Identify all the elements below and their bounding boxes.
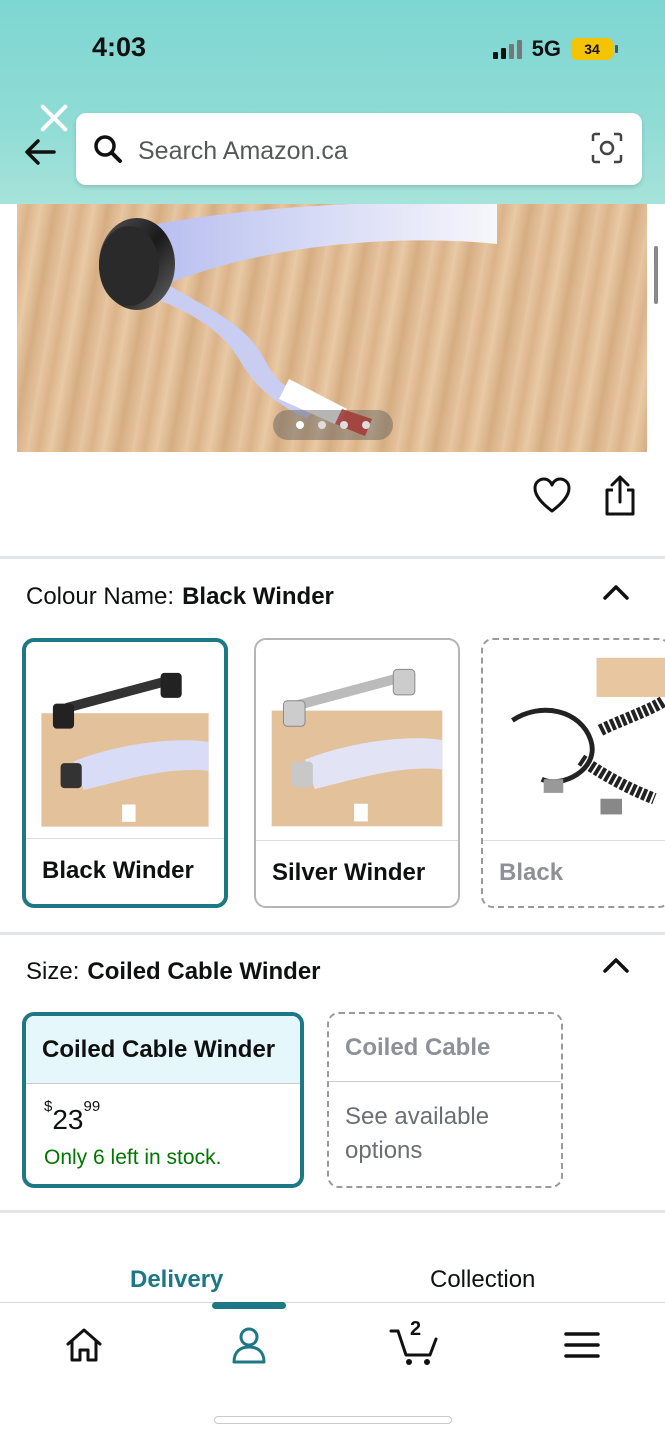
- price: $2399: [44, 1098, 100, 1136]
- signal-icon: [492, 39, 522, 59]
- product-image[interactable]: [17, 204, 647, 452]
- pager-dot[interactable]: [296, 421, 304, 429]
- heart-icon[interactable]: [532, 476, 572, 516]
- search-icon: [94, 135, 122, 163]
- account-icon[interactable]: [227, 1323, 271, 1367]
- price-whole: 23: [52, 1104, 84, 1135]
- swatch-label: Black: [483, 840, 665, 906]
- search-input[interactable]: Search Amazon.ca: [76, 113, 642, 185]
- close-icon[interactable]: [36, 100, 72, 136]
- cart-count-badge: 2: [410, 1318, 422, 1340]
- tab-collection[interactable]: Collection: [430, 1266, 535, 1294]
- size-label: Size: Coiled Cable Winder: [26, 958, 321, 986]
- menu-icon[interactable]: [560, 1323, 604, 1367]
- colour-swatch-silver-winder[interactable]: Silver Winder: [254, 638, 460, 908]
- colour-label-text: Colour Name:: [26, 583, 175, 610]
- swatch-label: Black Winder: [26, 838, 224, 904]
- size-option-coiled-cable[interactable]: Coiled Cable See available options: [327, 1012, 563, 1188]
- size-option-title: Coiled Cable: [329, 1014, 561, 1082]
- colour-swatch-black-winder[interactable]: Black Winder: [22, 638, 228, 908]
- silver-winder-thumbnail: [271, 668, 443, 827]
- app-header: 4:03 5G 34 Search Amazon.ca: [0, 0, 665, 204]
- battery-level: 34: [584, 41, 600, 57]
- image-pager[interactable]: [273, 410, 393, 440]
- pager-dot[interactable]: [362, 421, 370, 429]
- chevron-up-icon[interactable]: [602, 582, 630, 602]
- black-winder-thumbnail: [41, 672, 209, 827]
- colour-selected-value: Black Winder: [182, 583, 334, 610]
- camera-lens-icon[interactable]: [590, 131, 624, 165]
- search-placeholder: Search Amazon.ca: [138, 137, 348, 165]
- stock-status: Only 6 left in stock.: [44, 1146, 222, 1169]
- fulfillment-tabs: Delivery Collection: [0, 1266, 665, 1306]
- see-available-options: See available options: [345, 1103, 490, 1164]
- price-currency: $: [44, 1097, 53, 1115]
- divider: [0, 1210, 665, 1213]
- size-label-text: Size:: [26, 958, 80, 985]
- status-time: 4:03: [92, 32, 147, 62]
- size-selected-value: Coiled Cable Winder: [87, 958, 321, 985]
- colour-label: Colour Name: Black Winder: [26, 583, 334, 611]
- tab-active-indicator: [212, 1302, 286, 1309]
- home-indicator: [214, 1416, 452, 1424]
- black-cable-thumbnail: [511, 657, 665, 815]
- price-fraction: 99: [83, 1097, 101, 1115]
- pager-dot[interactable]: [340, 421, 348, 429]
- divider: [0, 556, 665, 559]
- chevron-up-icon[interactable]: [602, 955, 630, 975]
- divider: [0, 932, 665, 935]
- battery-icon: 34: [571, 38, 618, 60]
- size-option-coiled-cable-winder[interactable]: Coiled Cable Winder $2399 Only 6 left in…: [22, 1012, 304, 1188]
- pager-dot[interactable]: [318, 421, 326, 429]
- scroll-indicator: [654, 246, 658, 304]
- size-option-title: Coiled Cable Winder: [26, 1016, 300, 1084]
- tab-delivery[interactable]: Delivery: [130, 1266, 223, 1294]
- colour-swatch-black[interactable]: Black: [481, 638, 665, 908]
- back-arrow-icon[interactable]: [20, 132, 60, 172]
- share-icon[interactable]: [600, 474, 640, 518]
- swatch-label: Silver Winder: [256, 840, 458, 906]
- network-type: 5G: [531, 36, 561, 61]
- status-indicators: 5G 34: [492, 36, 618, 62]
- home-icon[interactable]: [62, 1323, 106, 1367]
